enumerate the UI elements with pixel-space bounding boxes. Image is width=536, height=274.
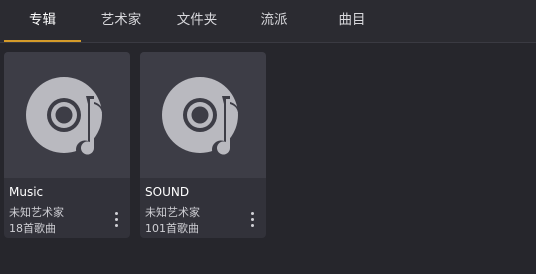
album-artist: 未知艺术家 bbox=[145, 206, 200, 219]
album-artist: 未知艺术家 bbox=[9, 206, 64, 219]
active-tab-indicator bbox=[4, 40, 81, 42]
album-art bbox=[140, 52, 266, 178]
album-art-icon bbox=[162, 77, 240, 159]
more-vert-icon[interactable] bbox=[110, 210, 124, 230]
more-vert-icon[interactable] bbox=[246, 210, 260, 230]
tab-artists[interactable]: 艺术家 bbox=[88, 0, 154, 42]
album-track-count: 101首歌曲 bbox=[145, 222, 199, 235]
album-card-sound[interactable]: SOUND 未知艺术家 101首歌曲 bbox=[140, 52, 266, 238]
album-title: SOUND bbox=[145, 185, 190, 199]
tab-folders[interactable]: 文件夹 bbox=[164, 0, 230, 42]
album-art bbox=[4, 52, 130, 178]
tab-albums[interactable]: 专辑 bbox=[4, 0, 81, 42]
tab-genres[interactable]: 流派 bbox=[246, 0, 302, 42]
album-track-count: 18首歌曲 bbox=[9, 222, 56, 235]
album-card-music[interactable]: Music 未知艺术家 18首歌曲 bbox=[4, 52, 130, 238]
tab-bar: 专辑 艺术家 文件夹 流派 曲目 bbox=[0, 0, 536, 43]
album-title: Music bbox=[9, 185, 44, 199]
tab-tracks[interactable]: 曲目 bbox=[324, 0, 380, 42]
album-art-icon bbox=[26, 77, 104, 159]
music-library: 专辑 艺术家 文件夹 流派 曲目 Music 未知艺术家 18首歌曲 SOUND… bbox=[0, 0, 536, 274]
